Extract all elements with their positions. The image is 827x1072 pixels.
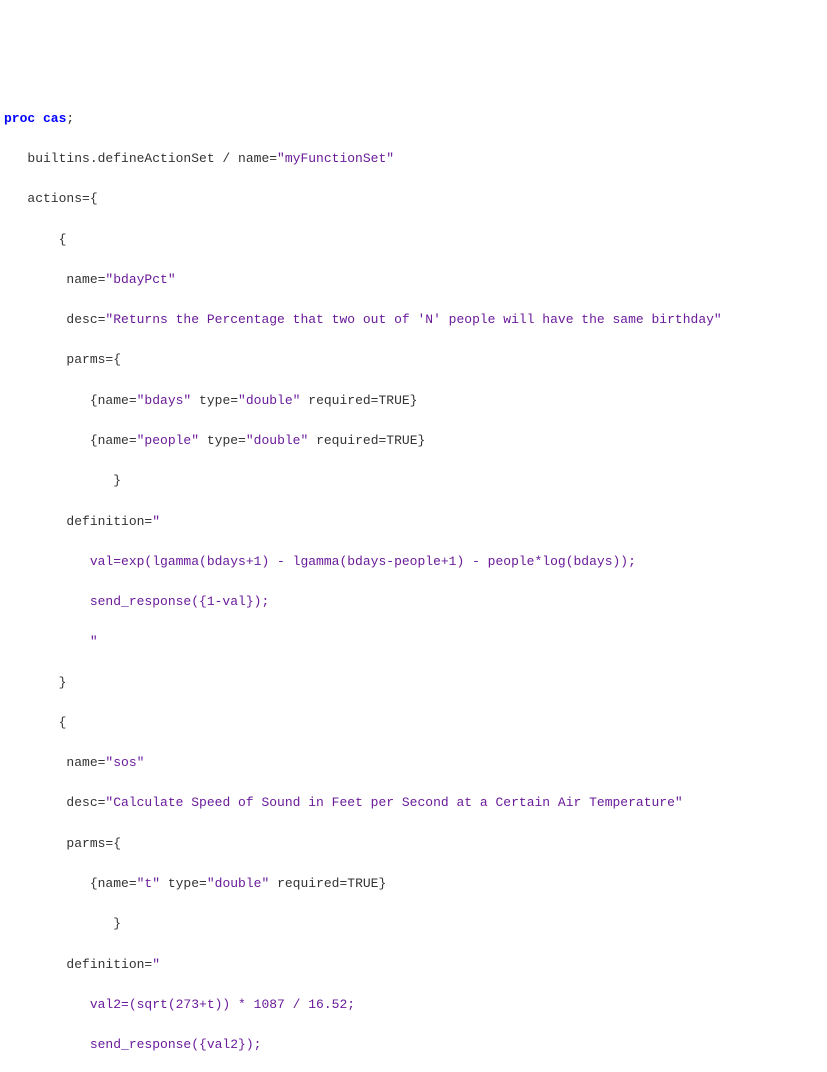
code-line: name="sos" [4, 753, 823, 773]
string-literal: "t" [137, 876, 160, 891]
code-text: definition= [4, 957, 152, 972]
code-text: type= [191, 393, 238, 408]
code-line: " [4, 632, 823, 652]
code-text: desc= [4, 795, 105, 810]
code-text: {name= [4, 393, 137, 408]
code-text: } [4, 473, 121, 488]
string-literal: " [4, 634, 98, 649]
code-text: required=TRUE} [269, 876, 386, 891]
code-block: proc cas; builtins.defineActionSet / nam… [4, 89, 823, 1072]
code-line: {name="people" type="double" required=TR… [4, 431, 823, 451]
code-line: send_response({1-val}); [4, 592, 823, 612]
code-line: builtins.defineActionSet / name="myFunct… [4, 149, 823, 169]
code-text: actions={ [4, 191, 98, 206]
code-text: required=TRUE} [300, 393, 417, 408]
code-line: { [4, 713, 823, 733]
string-literal: "bdayPct" [105, 272, 175, 287]
code-line: val=exp(lgamma(bdays+1) - lgamma(bdays-p… [4, 552, 823, 572]
code-line: definition=" [4, 512, 823, 532]
code-text: { [4, 232, 66, 247]
code-text: name= [4, 755, 105, 770]
code-line: definition=" [4, 955, 823, 975]
code-line: val2=(sqrt(273+t)) * 1087 / 16.52; [4, 995, 823, 1015]
keyword-proc-cas: proc cas [4, 111, 66, 126]
code-text: parms={ [4, 836, 121, 851]
code-line: parms={ [4, 350, 823, 370]
string-literal: "myFunctionSet" [277, 151, 394, 166]
code-line: parms={ [4, 834, 823, 854]
string-literal: val=exp(lgamma(bdays+1) - lgamma(bdays-p… [4, 554, 636, 569]
code-line: desc="Calculate Speed of Sound in Feet p… [4, 793, 823, 813]
code-text: {name= [4, 876, 137, 891]
code-text: name= [4, 272, 105, 287]
code-line: proc cas; [4, 109, 823, 129]
code-line: {name="t" type="double" required=TRUE} [4, 874, 823, 894]
code-line: } [4, 673, 823, 693]
code-line: send_response({val2}); [4, 1035, 823, 1055]
string-literal: send_response({1-val}); [4, 594, 269, 609]
string-literal: "Calculate Speed of Sound in Feet per Se… [105, 795, 682, 810]
string-literal: "bdays" [137, 393, 192, 408]
code-text: } [4, 675, 66, 690]
code-text: definition= [4, 514, 152, 529]
string-literal: " [152, 957, 160, 972]
code-line: {name="bdays" type="double" required=TRU… [4, 391, 823, 411]
string-literal: "double" [207, 876, 269, 891]
code-text: parms={ [4, 352, 121, 367]
string-literal: "sos" [105, 755, 144, 770]
string-literal: "Returns the Percentage that two out of … [105, 312, 721, 327]
code-text: { [4, 715, 66, 730]
code-text: type= [160, 876, 207, 891]
string-literal: send_response({val2}); [4, 1037, 261, 1052]
code-text: } [4, 916, 121, 931]
string-literal: "double" [238, 393, 300, 408]
code-line: actions={ [4, 189, 823, 209]
code-text: required=TRUE} [308, 433, 425, 448]
code-line: { [4, 230, 823, 250]
code-line: } [4, 914, 823, 934]
code-text: builtins.defineActionSet / name= [4, 151, 277, 166]
string-literal: "people" [137, 433, 199, 448]
string-literal: " [152, 514, 160, 529]
semicolon: ; [66, 111, 74, 126]
code-text: desc= [4, 312, 105, 327]
string-literal: "double" [246, 433, 308, 448]
code-line: name="bdayPct" [4, 270, 823, 290]
code-text: {name= [4, 433, 137, 448]
code-text: type= [199, 433, 246, 448]
string-literal: val2=(sqrt(273+t)) * 1087 / 16.52; [4, 997, 355, 1012]
code-line: } [4, 471, 823, 491]
code-line: desc="Returns the Percentage that two ou… [4, 310, 823, 330]
